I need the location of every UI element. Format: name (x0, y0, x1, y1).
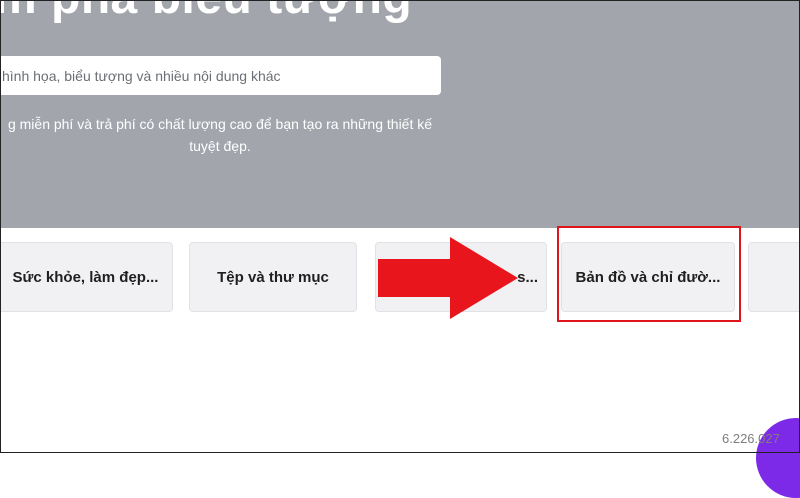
red-arrow-annotation (378, 237, 518, 319)
category-label: Sức khỏe, làm đẹp... (12, 268, 159, 286)
category-card-maps-directions[interactable]: Bản đồ và chỉ đườ... (561, 242, 735, 312)
category-label: Tệp và thư mục (217, 268, 329, 286)
version-label: 6.226.027 (722, 431, 780, 446)
category-label: Bản đồ và chỉ đườ... (575, 268, 721, 286)
help-bubble[interactable] (756, 418, 800, 498)
hero-description: g miễn phí và trả phí có chất lượng cao … (7, 116, 433, 154)
arrow-shape (378, 237, 518, 319)
category-card-next[interactable] (748, 242, 800, 312)
category-card-health-beauty[interactable]: Sức khỏe, làm đẹp... (0, 242, 173, 312)
search-input[interactable] (0, 56, 441, 95)
category-card-files-folders[interactable]: Tệp và thư mục (189, 242, 357, 312)
hero-banner: m phá biểu tượng g miễn phí và trả phí c… (0, 0, 800, 228)
page-title: m phá biểu tượng (0, 0, 412, 25)
